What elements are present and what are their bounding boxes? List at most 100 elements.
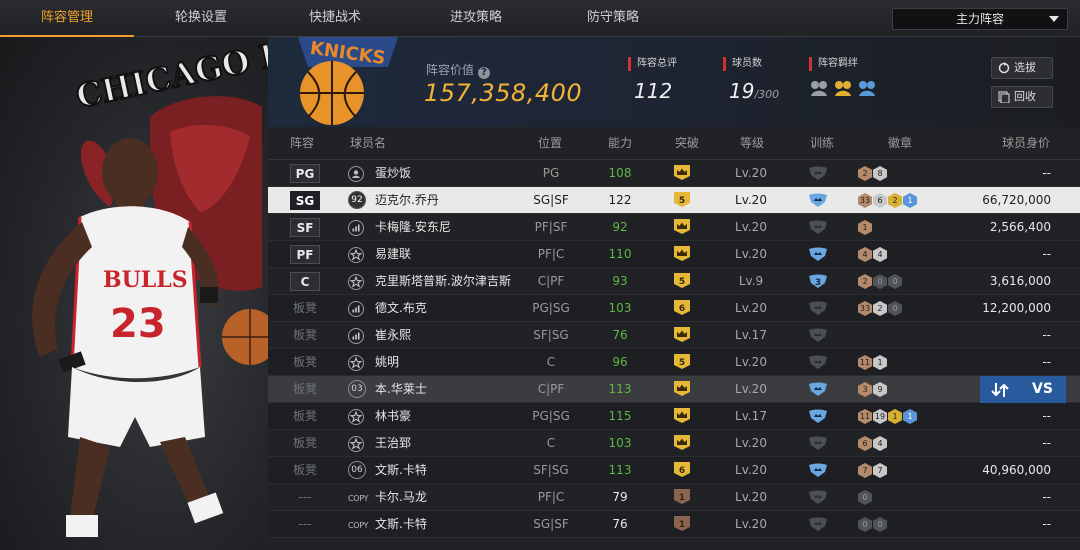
bond-blue-icon[interactable]	[857, 79, 877, 97]
badge-dark[interactable]: 0	[873, 274, 887, 289]
badge-silver[interactable]: 2	[873, 301, 887, 316]
badge-bronze[interactable]: 6	[858, 436, 872, 451]
player-name: 王治郅	[375, 436, 412, 450]
recycle-button[interactable]: 回收	[991, 86, 1053, 108]
player-ability: 115	[608, 409, 632, 423]
lineup-value-label: 阵容价值?	[426, 61, 491, 79]
badge-silver[interactable]: 19	[873, 409, 887, 424]
badge-list: 39	[858, 376, 888, 403]
badge-blue[interactable]: 1	[903, 409, 917, 424]
player-ability: 113	[608, 382, 632, 396]
badge-silver[interactable]: 4	[873, 436, 887, 451]
player-level: Lv.17	[735, 328, 767, 342]
badge-gold[interactable]: 2	[888, 193, 902, 208]
breakthrough-icon	[673, 403, 703, 430]
badge-dark[interactable]: 0	[858, 490, 872, 505]
position-tag: PG	[290, 164, 320, 183]
badge-bronze[interactable]: 7	[858, 463, 872, 478]
col-header-slot: 阵容	[290, 136, 315, 150]
slot-cell: ---	[289, 511, 321, 538]
player-name: 卡尔.马龙	[375, 490, 427, 504]
badge-dark[interactable]: 0	[873, 517, 887, 532]
player-level: Lv.20	[735, 517, 767, 531]
badge-dark[interactable]: 0	[858, 517, 872, 532]
roster-row[interactable]: SF 卡梅隆.安东尼 PF|SF 92 Lv.20 1 2,566,400	[268, 214, 1080, 241]
badge-silver[interactable]: 9	[873, 382, 887, 397]
roster-row[interactable]: 板凳 德文.布克 PG|SG 103 6 Lv.20 33 2 0 12,200,000	[268, 295, 1080, 322]
badge-bronze[interactable]: 11	[858, 409, 872, 424]
roster-row[interactable]: 板凳 06 文斯.卡特 SF|SG 113 6 Lv.20 7 7 40,960,000	[268, 457, 1080, 484]
badge-bronze[interactable]: 33	[858, 301, 872, 316]
badge-blue[interactable]: 1	[903, 193, 917, 208]
svg-text:3: 3	[815, 278, 821, 288]
tab-offense-strategy[interactable]: 进攻策略	[409, 0, 543, 36]
svg-text:6: 6	[679, 304, 685, 314]
star-icon	[348, 430, 368, 457]
badge-bronze[interactable]: 2	[858, 274, 872, 289]
bond-gold-icon[interactable]	[833, 79, 853, 97]
badge-silver[interactable]: 6	[873, 193, 887, 208]
training-icon	[808, 349, 838, 376]
tab-quick-tactics[interactable]: 快捷战术	[268, 0, 402, 36]
breakthrough-icon: 1	[673, 511, 703, 538]
badge-silver[interactable]: 1	[873, 355, 887, 370]
badge-bronze[interactable]: 33	[858, 193, 872, 208]
col-header-breakthrough[interactable]: 突破	[675, 127, 699, 160]
slot-cell: PF	[289, 241, 321, 269]
roster-row[interactable]: SG 92 迈克尔.乔丹 SG|SF 122 5 Lv.20 33 6 2 1 66,720,000	[268, 187, 1080, 214]
help-icon[interactable]: ?	[478, 67, 491, 79]
roster-row[interactable]: 板凳 崔永熙 SF|SG 76 Lv.17 --	[268, 322, 1080, 349]
tab-defense-strategy[interactable]: 防守策略	[546, 0, 680, 36]
roster-row[interactable]: PF 易建联 PF|C 110 Lv.20 4 4 --	[268, 241, 1080, 268]
badge-list: 64	[858, 430, 888, 457]
col-header-level[interactable]: 等级	[740, 127, 764, 160]
lineup-dropdown[interactable]: 主力阵容	[892, 8, 1068, 30]
player-value: --	[1042, 328, 1051, 342]
roster-row[interactable]: 板凳 林书豪 PG|SG 115 Lv.17 11 19 1 1 --	[268, 403, 1080, 430]
player-name: 林书豪	[375, 409, 412, 423]
badge-bronze[interactable]: 11	[858, 355, 872, 370]
roster-row[interactable]: 板凳03本.华莱士C|PF113Lv.2039--VS	[268, 376, 1080, 403]
position-tag: SF	[290, 218, 320, 237]
badge-silver[interactable]: 8	[873, 166, 887, 181]
badge-silver[interactable]: 7	[873, 463, 887, 478]
badge-dark[interactable]: 0	[888, 301, 902, 316]
roster-row[interactable]: --- COPY 文斯.卡特 SG|SF 76 1 Lv.20 0 0 --	[268, 511, 1080, 538]
badge-bronze[interactable]: 4	[858, 247, 872, 262]
tab-lineup-management[interactable]: 阵容管理	[0, 0, 134, 37]
col-header-ability[interactable]: 能力	[608, 127, 632, 160]
col-header-training[interactable]: 训练	[810, 127, 834, 160]
bench-label: 板凳	[292, 463, 317, 477]
col-header-value[interactable]: 球员身价	[1002, 127, 1050, 160]
bond-silver-icon[interactable]	[809, 79, 829, 97]
roster-row[interactable]: --- COPY 卡尔.马龙 PF|C 79 1 Lv.20 0 --	[268, 484, 1080, 511]
player-count-stat: 球员数 19/300	[723, 57, 779, 103]
tab-rotation-settings[interactable]: 轮换设置	[134, 0, 268, 36]
roster-row[interactable]: C 克里斯塔普斯.波尔津吉斯 C|PF 93 5 Lv.9 3 2 0 0 3,616,000	[268, 268, 1080, 295]
player-role: SG|SF	[533, 517, 569, 531]
badge-silver[interactable]: 4	[873, 247, 887, 262]
badge-list: 11 19 1 1	[858, 403, 918, 430]
swap-compare-button[interactable]: VS	[980, 376, 1066, 403]
col-header-badges[interactable]: 徽章	[888, 127, 912, 160]
player-value: --	[1042, 166, 1051, 180]
badge-dark[interactable]: 0	[888, 274, 902, 289]
person-icon	[348, 160, 368, 187]
badge-bronze[interactable]: 2	[858, 166, 872, 181]
roster-row[interactable]: PG 蛋炒饭 PG 108 Lv.20 2 8 --	[268, 160, 1080, 187]
breakthrough-icon: 6	[673, 295, 703, 322]
player-level: Lv.20	[735, 166, 767, 180]
badge-bronze[interactable]: 3	[858, 382, 872, 397]
roster-row[interactable]: 板凳 王治郅 C 103 Lv.20 6 4 --	[268, 430, 1080, 457]
pick-button[interactable]: 选拔	[991, 57, 1053, 79]
slot-cell: 板凳	[289, 349, 321, 376]
badge-bronze[interactable]: 1	[858, 220, 872, 235]
player-ability: 122	[608, 193, 632, 207]
player-role: PF|C	[537, 247, 565, 261]
badge-gold[interactable]: 1	[888, 409, 902, 424]
featured-player-art: CHICAGO BULLS BULLS 23	[0, 37, 268, 550]
roster-table: 阵容 球员名 位置 能力 突破 等级 训练 徽章 球员身价 PG 蛋炒饭 PG 108…	[268, 127, 1080, 550]
vs-label: VS	[1032, 381, 1053, 397]
training-icon	[808, 214, 838, 241]
roster-row[interactable]: 板凳 姚明 C 96 5 Lv.20 11 1 --	[268, 349, 1080, 376]
